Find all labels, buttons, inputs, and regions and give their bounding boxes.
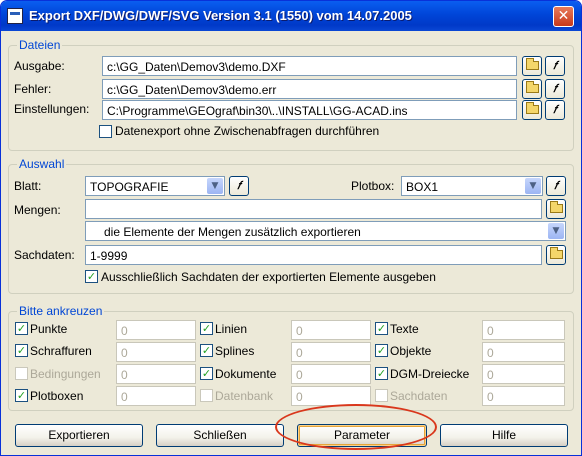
bedingungen-label: Bedingungen (30, 367, 101, 381)
schraffuren-label: Schraffuren (30, 344, 92, 358)
datenbank-count: 0 (291, 386, 371, 406)
mengen-browse-button[interactable] (546, 199, 566, 219)
folder-open-icon (525, 81, 539, 93)
parameter-button[interactable]: Parameter (297, 424, 427, 447)
folder-open-icon (549, 201, 563, 213)
sachdaten-only-label: Ausschließlich Sachdaten der exportierte… (101, 270, 436, 284)
dokumente-count: 0 (291, 364, 371, 384)
plotboxen-checkbox[interactable]: ✓ (15, 389, 28, 402)
schraffuren-count: 0 (116, 342, 196, 362)
texte-count: 0 (482, 320, 565, 340)
pencil-edit-icon: 𝑓 (553, 82, 557, 95)
dgm-dreiecke-count: 0 (482, 364, 565, 384)
schliessen-button[interactable]: Schließen (156, 424, 284, 447)
linien-label: Linien (215, 322, 248, 336)
plotbox-label: Plotbox: (351, 179, 395, 193)
group-dateien-title: Dateien (17, 38, 63, 52)
mengen-mode-select[interactable]: die Elemente der Mengen zusätzlich expor… (85, 221, 566, 241)
mengen-field[interactable] (85, 199, 542, 219)
blatt-edit-button[interactable]: 𝑓 (229, 176, 249, 196)
punkte-count: 0 (116, 320, 196, 340)
texte-checkbox[interactable]: ✓ (375, 322, 388, 335)
objekte-count: 0 (482, 342, 565, 362)
pencil-edit-icon: 𝑓 (554, 179, 558, 192)
dgm-dreiecke-label: DGM-Dreiecke (390, 367, 470, 381)
blatt-select[interactable]: TOPOGRAFIE ▼ (85, 176, 225, 196)
mengen-label: Mengen: (14, 203, 61, 217)
sachdaten-export-count: 0 (482, 386, 565, 406)
plotbox-value: BOX1 (406, 180, 439, 194)
blatt-label: Blatt: (14, 179, 42, 193)
folder-open-icon (525, 102, 539, 114)
chevron-down-icon: ▼ (548, 223, 564, 239)
ohne-zwischenabfragen-checkbox[interactable] (99, 125, 112, 138)
plotbox-select[interactable]: BOX1 ▼ (401, 176, 543, 196)
pencil-edit-icon: 𝑓 (553, 59, 557, 72)
bedingungen-count: 0 (116, 364, 196, 384)
fehler-field[interactable]: c:\GG_Daten\Demov3\demo.err (102, 79, 517, 99)
fehler-browse-button[interactable] (522, 79, 542, 99)
texte-label: Texte (390, 322, 419, 336)
group-ankreuzen-title: Bitte ankreuzen (17, 304, 105, 318)
sachdaten-label: Sachdaten: (14, 248, 75, 262)
ausgabe-browse-button[interactable] (522, 56, 542, 76)
plotbox-edit-button[interactable]: 𝑓 (546, 176, 566, 196)
sachdaten-field[interactable]: 1-9999 (85, 245, 542, 265)
datenbank-checkbox (200, 389, 213, 402)
hilfe-button[interactable]: Hilfe (440, 424, 568, 447)
chevron-down-icon: ▼ (525, 178, 541, 194)
splines-count: 0 (291, 342, 371, 362)
einstellungen-edit-button[interactable]: 𝑓 (545, 100, 565, 120)
sachdaten-export-label: Sachdaten (390, 389, 448, 403)
linien-checkbox[interactable]: ✓ (200, 322, 213, 335)
ausgabe-field[interactable]: c:\GG_Daten\Demov3\demo.DXF (102, 56, 517, 76)
pencil-edit-icon: 𝑓 (237, 179, 241, 192)
bedingungen-checkbox (15, 367, 28, 380)
folder-open-icon (525, 58, 539, 70)
exportieren-button[interactable]: Exportieren (15, 424, 143, 447)
plotboxen-label: Plotboxen (30, 389, 84, 403)
splines-label: Splines (215, 344, 255, 358)
schraffuren-checkbox[interactable]: ✓ (15, 344, 28, 357)
einstellungen-field[interactable]: C:\Programme\GEOgraf\bin30\..\INSTALL\GG… (102, 100, 517, 120)
ausgabe-label: Ausgabe: (14, 59, 65, 73)
fehler-edit-button[interactable]: 𝑓 (545, 79, 565, 99)
linien-count: 0 (291, 320, 371, 340)
ohne-zwischenabfragen-label: Datenexport ohne Zwischenabfragen durchf… (115, 124, 380, 138)
close-button[interactable]: ✕ (553, 6, 574, 27)
app-window-icon (7, 8, 23, 24)
objekte-checkbox[interactable]: ✓ (375, 344, 388, 357)
export-dialog: Export DXF/DWG/DWF/SVG Version 3.1 (1550… (0, 0, 582, 456)
punkte-checkbox[interactable]: ✓ (15, 322, 28, 335)
title-bar: Export DXF/DWG/DWF/SVG Version 3.1 (1550… (1, 1, 581, 31)
window-title: Export DXF/DWG/DWF/SVG Version 3.1 (1550… (29, 8, 412, 23)
datenbank-label: Datenbank (215, 389, 274, 403)
punkte-label: Punkte (30, 322, 68, 336)
dokumente-checkbox[interactable]: ✓ (200, 367, 213, 380)
sachdaten-export-checkbox (375, 389, 388, 402)
einstellungen-browse-button[interactable] (522, 100, 542, 120)
blatt-value: TOPOGRAFIE (90, 180, 169, 194)
plotboxen-count: 0 (116, 386, 196, 406)
splines-checkbox[interactable]: ✓ (200, 344, 213, 357)
pencil-edit-icon: 𝑓 (553, 103, 557, 116)
sachdaten-browse-button[interactable] (546, 245, 566, 265)
sachdaten-only-checkbox[interactable]: ✓ (85, 270, 98, 283)
folder-open-icon (549, 247, 563, 259)
ausgabe-edit-button[interactable]: 𝑓 (545, 56, 565, 76)
dokumente-label: Dokumente (215, 367, 277, 381)
chevron-down-icon: ▼ (207, 178, 223, 194)
objekte-label: Objekte (390, 344, 432, 358)
einstellungen-label: Einstellungen: (14, 102, 90, 116)
fehler-label: Fehler: (14, 82, 52, 96)
group-auswahl-title: Auswahl (17, 157, 67, 171)
mengen-mode-value: die Elemente der Mengen zusätzlich expor… (104, 225, 361, 239)
dgm-dreiecke-checkbox[interactable]: ✓ (375, 367, 388, 380)
